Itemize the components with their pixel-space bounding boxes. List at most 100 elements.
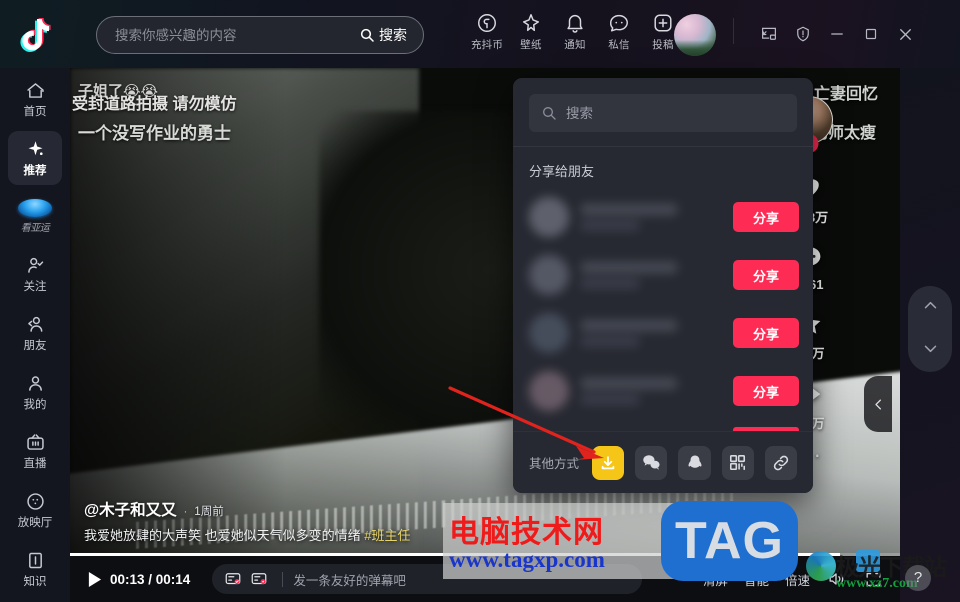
share-action-button[interactable]: 分享 xyxy=(733,318,799,348)
qrcode-icon[interactable] xyxy=(721,445,754,480)
volume-icon[interactable] xyxy=(826,568,848,590)
danmaku-input-box[interactable]: 发一条友好的弹幕吧 xyxy=(212,564,643,594)
friends-icon xyxy=(25,314,46,335)
link-icon[interactable] xyxy=(764,445,798,480)
user-check-icon xyxy=(25,255,46,276)
danmaku-settings-icon[interactable] xyxy=(246,566,272,592)
sidebar-item-label: 首页 xyxy=(23,105,47,118)
sidebar-item-live[interactable]: 直播 xyxy=(8,424,62,478)
chevron-left-icon xyxy=(871,397,886,412)
sidebar-item-knowledge[interactable]: 知识 xyxy=(8,542,62,596)
video-info: @木子和又又 · 1周前 我爱她放肆的大声笑 也爱她似天气似多变的情绪 #班主任 xyxy=(84,498,784,544)
sidebar-item-following[interactable]: 关注 xyxy=(8,247,62,301)
tv-icon xyxy=(25,432,46,453)
video-overlay-subtitle: 一个没写作业的勇士 xyxy=(78,124,231,143)
nav-label: 充抖币 xyxy=(470,39,504,51)
friend-avatar xyxy=(529,313,569,353)
asian-games-icon xyxy=(18,198,52,217)
top-nav-icons: 充抖币 壁纸 通知 私信 投稿 xyxy=(466,8,684,60)
nav-label: 通知 xyxy=(564,39,586,51)
shield-info-icon[interactable] xyxy=(786,18,820,50)
coin-icon xyxy=(476,12,498,34)
share-action-button[interactable]: 分享 xyxy=(733,260,799,290)
share-action-button-partial[interactable] xyxy=(733,427,799,431)
next-video-button[interactable] xyxy=(915,336,945,366)
plus-box-icon xyxy=(652,12,674,34)
sidebar-item-home[interactable]: 首页 xyxy=(8,72,62,126)
sidebar-item-profile[interactable]: 我的 xyxy=(8,365,62,419)
sidebar-item-friends[interactable]: 朋友 xyxy=(8,306,62,360)
search-icon xyxy=(359,27,375,43)
nav-label: 壁纸 xyxy=(520,39,542,51)
share-search-input[interactable] xyxy=(566,105,785,121)
video-author[interactable]: @木子和又又 xyxy=(84,498,177,520)
previous-video-button[interactable] xyxy=(915,293,945,323)
search-bar[interactable]: 搜索 xyxy=(96,16,424,54)
play-pause-button[interactable] xyxy=(80,565,108,593)
wechat-icon[interactable] xyxy=(635,445,668,480)
danmaku-toggle-icon[interactable] xyxy=(220,566,246,592)
sidebar-item-label: 放映厅 xyxy=(17,516,53,529)
share-section-title: 分享给朋友 xyxy=(529,164,595,179)
danmaku-placeholder[interactable]: 发一条友好的弹幕吧 xyxy=(293,570,406,589)
help-icon[interactable]: ? xyxy=(905,565,931,591)
separator-dot: · xyxy=(183,506,188,518)
sidebar-item-asian-games[interactable]: 看亚运 xyxy=(8,190,62,242)
share-action-button[interactable]: 分享 xyxy=(733,202,799,232)
maximize-icon[interactable] xyxy=(854,18,888,50)
top-bar: 搜索 充抖币 壁纸 通知 xyxy=(0,0,960,68)
search-button[interactable]: 搜索 xyxy=(355,25,423,45)
other-methods-label: 其他方式 xyxy=(529,457,580,471)
sidebar-item-label: 直播 xyxy=(23,457,47,470)
fullscreen-icon[interactable] xyxy=(864,568,886,590)
bell-icon xyxy=(564,12,586,34)
avatar[interactable] xyxy=(674,14,716,56)
qq-icon[interactable] xyxy=(678,445,711,480)
left-sidebar: 首页 推荐 看亚运 关注 朋友 我的 直播 放映厅 知识 xyxy=(0,68,70,602)
picture-in-picture-icon[interactable] xyxy=(752,18,786,50)
sidebar-item-label: 关注 xyxy=(23,280,47,293)
share-friend-list[interactable]: 分享 分享 分享 分享 xyxy=(513,188,813,431)
smart-mode-button[interactable]: 智能 xyxy=(744,570,769,589)
video-time-display: 00:13 / 00:14 xyxy=(110,571,191,587)
video-overlay-warning: 受封道路拍摄 请勿模仿 xyxy=(72,96,237,113)
window-controls xyxy=(752,18,922,50)
sidebar-item-label: 朋友 xyxy=(23,339,47,352)
nav-item-notification[interactable]: 通知 xyxy=(554,8,596,52)
sidebar-item-label: 看亚运 xyxy=(20,222,50,234)
nav-item-message[interactable]: 私信 xyxy=(598,8,640,52)
share-search-box[interactable] xyxy=(529,94,797,132)
clear-screen-button[interactable]: 清屏 xyxy=(703,570,728,589)
video-hashtag[interactable]: #班主任 xyxy=(364,528,410,543)
friend-avatar xyxy=(529,371,569,411)
video-publish-time: 1周前 xyxy=(194,506,224,518)
video-feed-nav xyxy=(908,286,952,372)
video-description: 我爱她放肆的大声笑 也爱她似天气似多变的情绪 #班主任 xyxy=(84,525,784,544)
book-icon xyxy=(25,550,46,571)
video-description-text: 我爱她放肆的大声笑 也爱她似天气似多变的情绪 xyxy=(84,528,365,543)
tiktok-logo-icon[interactable] xyxy=(12,10,60,58)
playback-speed-button[interactable]: 倍速 xyxy=(785,570,810,589)
friend-avatar xyxy=(529,255,569,295)
minimize-icon[interactable] xyxy=(820,18,854,50)
list-item[interactable]: 分享 xyxy=(529,362,799,420)
sparkle-icon xyxy=(25,139,46,160)
user-icon xyxy=(25,373,46,394)
search-button-label: 搜索 xyxy=(379,27,407,43)
list-item[interactable]: 分享 xyxy=(529,304,799,362)
nav-label: 私信 xyxy=(608,39,630,51)
sidebar-item-cinema[interactable]: 放映厅 xyxy=(8,483,62,537)
sidebar-item-recommend[interactable]: 推荐 xyxy=(8,131,62,185)
search-icon xyxy=(541,105,557,121)
list-item[interactable]: 分享 xyxy=(529,188,799,246)
search-input[interactable] xyxy=(97,27,355,43)
nav-item-recharge[interactable]: 充抖币 xyxy=(466,8,508,52)
nav-item-wallpaper[interactable]: 壁纸 xyxy=(510,8,552,52)
close-icon[interactable] xyxy=(888,18,922,50)
share-action-button[interactable]: 分享 xyxy=(733,376,799,406)
collapse-panel-button[interactable] xyxy=(864,376,892,432)
toolbar-divider xyxy=(733,18,734,44)
list-item[interactable]: 分享 xyxy=(529,246,799,304)
message-icon xyxy=(608,12,630,34)
download-icon[interactable] xyxy=(592,445,625,480)
